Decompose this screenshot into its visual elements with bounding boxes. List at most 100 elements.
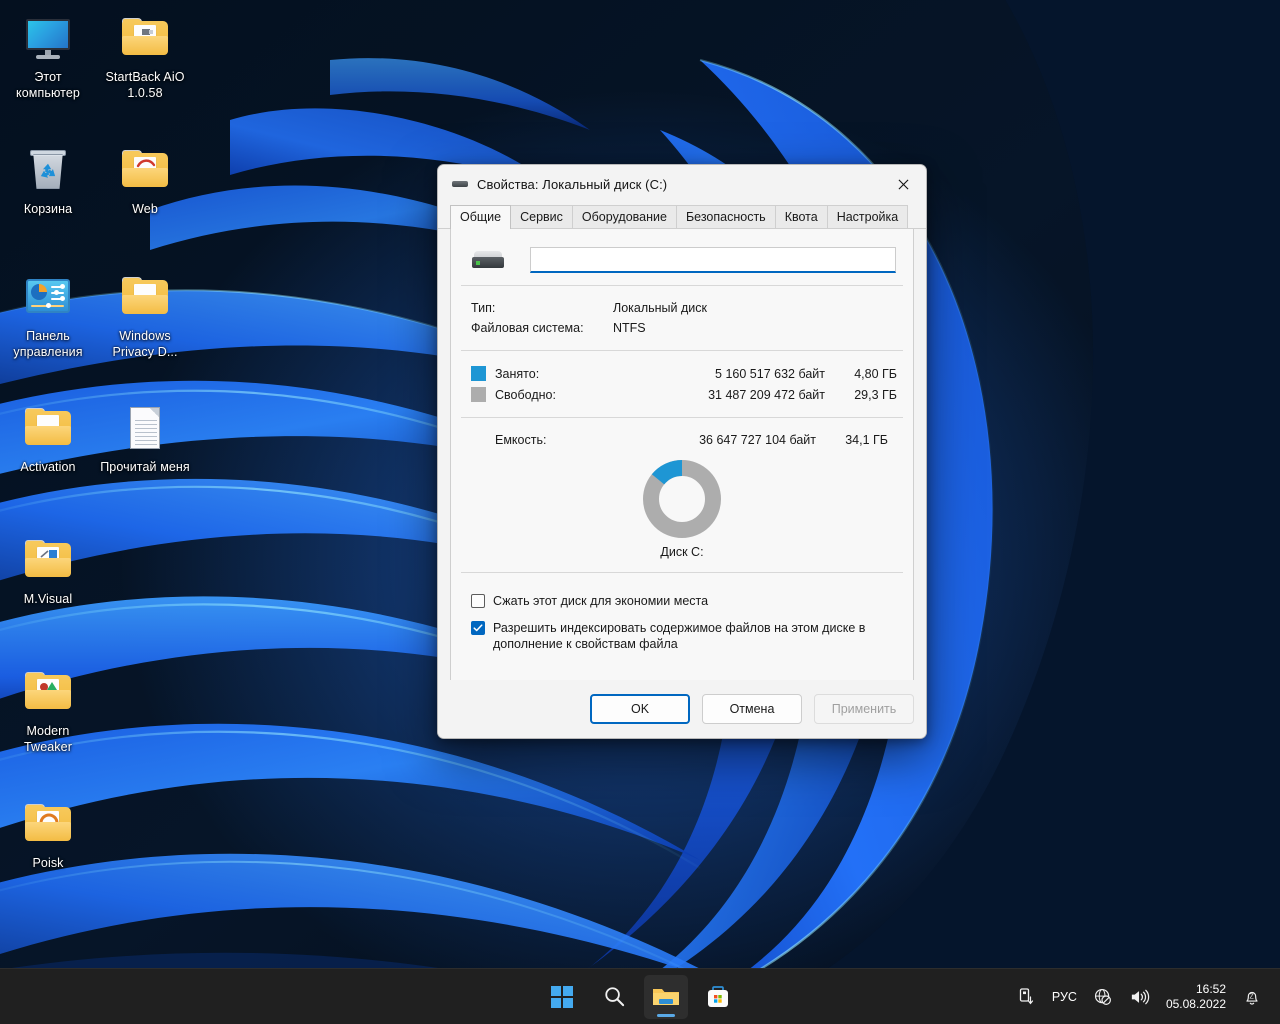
volume-name-row xyxy=(461,245,903,273)
desktop-icon-label: Корзина xyxy=(23,202,73,216)
folder-icon xyxy=(121,14,169,62)
desktop-icon-label: StartBack AiO 1.0.58 xyxy=(105,70,185,100)
svg-text:Z: Z xyxy=(1249,993,1253,1000)
compress-disk-checkbox[interactable] xyxy=(471,594,485,608)
free-space-bytes: 31 487 209 472 байт xyxy=(708,387,825,402)
cancel-button[interactable]: Отмена xyxy=(702,694,802,724)
folder-icon xyxy=(24,800,72,848)
desktop-icon-control-panel[interactable]: Панель управления xyxy=(0,273,96,360)
usb-eject-button[interactable] xyxy=(1010,975,1044,1019)
field-filesystem-row: Файловая система: NTFS xyxy=(461,318,903,338)
desktop-icon-mvisual[interactable]: M.Visual xyxy=(0,536,96,607)
bell-do-not-disturb-icon: Z xyxy=(1246,991,1258,1005)
desktop-icon-label: Панель управления xyxy=(13,329,83,359)
notifications-button[interactable]: Z xyxy=(1234,975,1270,1019)
text-document-icon xyxy=(121,404,169,452)
free-space-gb: 29,3 ГБ xyxy=(854,387,897,402)
check-icon xyxy=(473,624,483,632)
control-panel-icon xyxy=(24,273,72,321)
capacity-gb: 34,1 ГБ xyxy=(845,433,888,447)
desktop-icon-this-pc[interactable]: Этот компьютер xyxy=(0,14,96,101)
tab-general[interactable]: Общие xyxy=(450,205,512,230)
desktop-icon-label: Poisk xyxy=(32,856,64,870)
tab-security[interactable]: Безопасность xyxy=(675,205,776,229)
desktop-icon-recycle-bin[interactable]: Корзина xyxy=(0,146,96,217)
close-icon[interactable] xyxy=(880,165,926,203)
index-contents-label: Разрешить индексировать содержимое файло… xyxy=(493,621,866,651)
used-space-bytes: 5 160 517 632 байт xyxy=(715,366,825,381)
chart-label: Диск C: xyxy=(660,545,704,559)
apply-button[interactable]: Применить xyxy=(814,694,914,724)
disk-usage-donut-chart xyxy=(643,460,721,538)
tab-hardware[interactable]: Оборудование xyxy=(571,205,677,229)
divider xyxy=(461,350,903,351)
dialog-tabstrip: Общие Сервис Оборудование Безопасность К… xyxy=(438,203,926,230)
field-type-row: Тип: Локальный диск xyxy=(461,298,903,318)
divider xyxy=(461,572,903,573)
usb-eject-icon xyxy=(1019,987,1034,1004)
monitor-icon xyxy=(24,14,72,62)
free-color-swatch xyxy=(471,387,486,402)
desktop-icon-label: Прочитай меня xyxy=(100,460,190,474)
dialog-title: Свойства: Локальный диск (C:) xyxy=(477,176,668,192)
tab-customize[interactable]: Настройка xyxy=(826,205,909,229)
desktop-icon-label: Этот компьютер xyxy=(16,70,80,100)
index-contents-checkbox-row[interactable]: Разрешить индексировать содержимое файло… xyxy=(461,616,903,652)
compress-disk-checkbox-row[interactable]: Сжать этот диск для экономии места xyxy=(461,589,903,609)
capacity-label: Емкость: xyxy=(495,433,547,447)
search-icon xyxy=(604,987,624,1007)
clock-button[interactable]: 16:52 05.08.2022 xyxy=(1158,975,1234,1019)
field-type-value: Локальный диск xyxy=(613,301,707,315)
volume-button[interactable] xyxy=(1121,975,1158,1019)
volume-name-input[interactable] xyxy=(530,247,896,273)
speaker-icon xyxy=(1131,989,1150,1004)
start-button[interactable] xyxy=(540,975,584,1019)
index-contents-checkbox[interactable] xyxy=(471,621,485,635)
taskbar: РУС 16:52 05.08.2022 Z xyxy=(0,968,1280,1024)
desktop-icon-activation[interactable]: Activation xyxy=(0,404,96,475)
file-explorer-button[interactable] xyxy=(644,974,688,1019)
network-button[interactable] xyxy=(1085,975,1121,1019)
free-space-row: Свободно: 31 487 209 472 байт 29,3 ГБ xyxy=(461,384,903,405)
desktop-icon-readme[interactable]: Прочитай меня xyxy=(97,404,193,475)
donut-used-segment xyxy=(651,460,683,485)
desktop-icon-label: Web xyxy=(132,202,158,216)
folder-icon xyxy=(24,668,72,716)
dialog-titlebar[interactable]: Свойства: Локальный диск (C:) xyxy=(438,165,926,203)
divider xyxy=(461,417,903,418)
store-icon xyxy=(708,985,728,1007)
search-button[interactable] xyxy=(592,975,636,1019)
close-glyph-icon xyxy=(898,179,908,189)
windows-logo-icon xyxy=(551,985,573,1008)
used-color-swatch xyxy=(471,366,486,381)
desktop-icon-startback-aio[interactable]: StartBack AiO 1.0.58 xyxy=(97,14,193,101)
desktop: Этот компьютер StartBack AiO 1.0.58 Корз… xyxy=(0,0,1280,1024)
general-tab-panel: Тип: Локальный диск Файловая система: NT… xyxy=(450,229,914,694)
used-space-row: Занято: 5 160 517 632 байт 4,80 ГБ xyxy=(461,363,903,384)
desktop-icon-windows-privacy-dashboard[interactable]: Windows Privacy D... xyxy=(97,273,193,360)
divider xyxy=(461,285,903,286)
ok-button[interactable]: OK xyxy=(590,694,690,724)
used-space-label: Занято: xyxy=(495,366,540,381)
compress-disk-label: Сжать этот диск для экономии места xyxy=(493,594,709,608)
desktop-icon-poisk[interactable]: Poisk xyxy=(0,800,96,871)
capacity-row: Емкость: 36 647 727 104 байт 34,1 ГБ xyxy=(461,430,903,450)
field-filesystem-label: Файловая система: xyxy=(471,321,584,335)
folder-icon xyxy=(24,404,72,452)
dialog-button-bar: OK Отмена Применить xyxy=(438,680,926,738)
field-filesystem-value: NTFS xyxy=(613,321,646,335)
tab-tools[interactable]: Сервис xyxy=(510,205,573,229)
field-type-label: Тип: xyxy=(471,301,496,315)
system-tray: РУС 16:52 05.08.2022 Z xyxy=(1010,975,1270,1019)
drive-icon xyxy=(452,176,468,192)
language-label: РУС xyxy=(1051,989,1077,1004)
desktop-icon-modern-tweaker[interactable]: Modern Tweaker xyxy=(0,668,96,755)
tab-quota[interactable]: Квота xyxy=(774,205,828,229)
recycle-bin-icon xyxy=(24,146,72,194)
desktop-icon-web[interactable]: Web xyxy=(97,146,193,217)
language-indicator[interactable]: РУС xyxy=(1044,975,1085,1019)
free-space-label: Свободно: xyxy=(495,387,556,402)
desktop-icon-label: M.Visual xyxy=(23,592,73,606)
microsoft-store-button[interactable] xyxy=(696,975,740,1019)
folder-icon xyxy=(121,146,169,194)
